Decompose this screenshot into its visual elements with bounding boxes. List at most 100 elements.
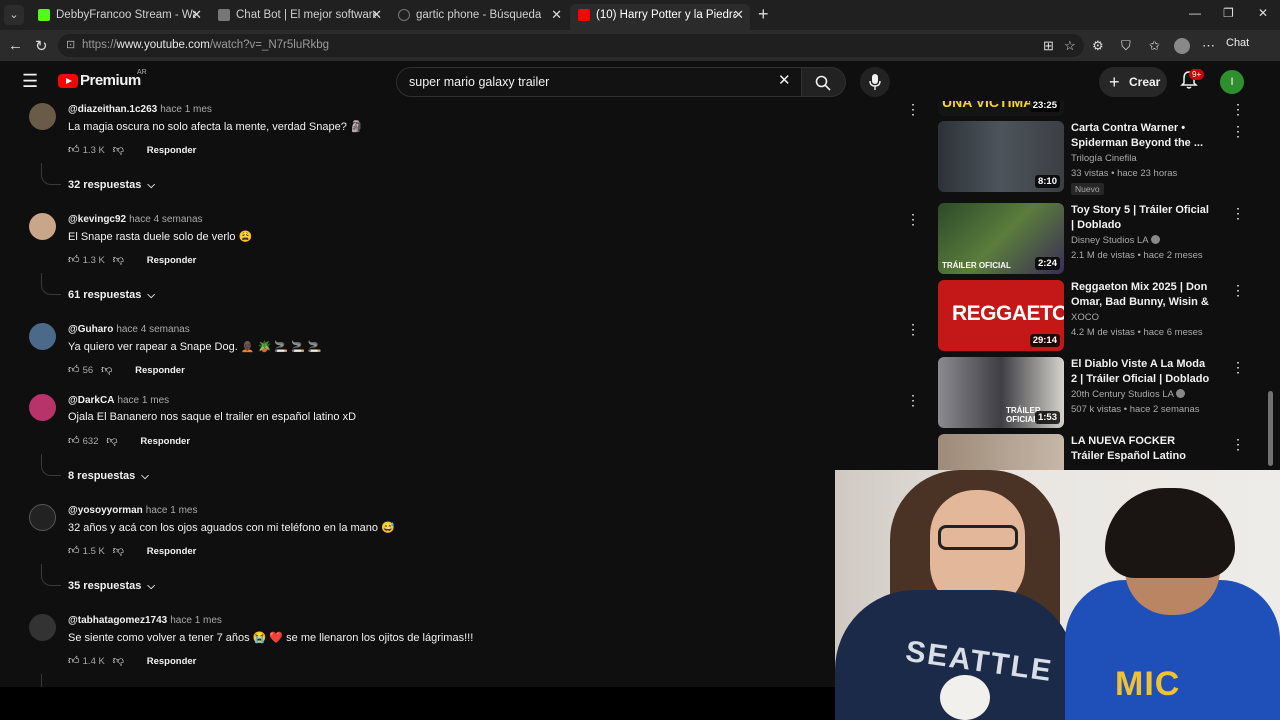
- favorites-icon[interactable]: ✩: [1149, 38, 1160, 54]
- video-title[interactable]: Reggaeton Mix 2025 | Don Omar, Bad Bunny…: [1071, 280, 1211, 310]
- video-channel[interactable]: Disney Studios LA: [1071, 235, 1160, 246]
- like-icon[interactable]: 👍︎: [68, 253, 80, 266]
- comment-author[interactable]: @diazeithan.1c263: [68, 104, 157, 115]
- like-icon[interactable]: 👍︎: [68, 544, 80, 557]
- comment-author[interactable]: @Guharo: [68, 324, 113, 335]
- comment-author[interactable]: @yosoyyorman: [68, 505, 143, 516]
- extensions-icon[interactable]: ⚙: [1092, 38, 1104, 54]
- like-icon[interactable]: 👍︎: [68, 363, 80, 376]
- clear-search-icon[interactable]: ✕: [778, 71, 791, 89]
- commenter-avatar[interactable]: [29, 323, 56, 350]
- reply-button[interactable]: Responder: [140, 436, 190, 447]
- video-channel[interactable]: Trilogía Cinefila: [1071, 153, 1137, 164]
- comment-more-icon[interactable]: ⋮: [906, 211, 920, 228]
- dislike-icon[interactable]: 👎︎: [113, 143, 125, 156]
- reply-button[interactable]: Responder: [147, 656, 197, 667]
- video-thumbnail[interactable]: TRÁILER OFICIAL 2:24: [938, 203, 1064, 274]
- back-icon[interactable]: ←: [8, 37, 23, 54]
- close-tab-icon[interactable]: ✕: [371, 4, 382, 26]
- video-thumbnail[interactable]: [938, 434, 1064, 470]
- related-video-item[interactable]: TRÁILER OFICIAL 1:53 El Diablo Viste A L…: [938, 357, 1258, 429]
- more-options-icon[interactable]: ⋯: [1202, 38, 1215, 54]
- favorite-star-icon[interactable]: ☆: [1064, 38, 1076, 54]
- view-replies-button[interactable]: 8 respuestas ⌵: [68, 470, 149, 482]
- comment-time[interactable]: hace 1 mes: [146, 505, 198, 516]
- tab-4-active[interactable]: (10) Harry Potter y la Piedra Filosofal …: [570, 4, 750, 30]
- profile-icon[interactable]: [1174, 38, 1190, 54]
- comment-author[interactable]: @tabhatagomez1743: [68, 615, 167, 626]
- close-window-button[interactable]: ✕: [1258, 6, 1268, 20]
- menu-icon[interactable]: ☰: [22, 71, 38, 92]
- comment-time[interactable]: hace 4 semanas: [129, 214, 202, 225]
- video-title[interactable]: El Diablo Viste A La Moda 2 | Tráiler Of…: [1071, 357, 1211, 387]
- dislike-icon[interactable]: 👎︎: [106, 434, 118, 447]
- dislike-icon[interactable]: 👎︎: [101, 363, 113, 376]
- search-input[interactable]: super mario galaxy trailer: [396, 67, 802, 97]
- view-replies-button[interactable]: 61 respuestas ⌵: [68, 289, 155, 301]
- comment-author[interactable]: @kevingc92: [68, 214, 126, 225]
- create-button[interactable]: + Crear: [1099, 67, 1167, 97]
- video-title[interactable]: Toy Story 5 | Tráiler Oficial | Doblado: [1071, 203, 1211, 233]
- comment-author[interactable]: @DarkCA: [68, 395, 114, 406]
- comment-more-icon[interactable]: ⋮: [906, 321, 920, 338]
- comment-time[interactable]: hace 1 mes: [117, 395, 169, 406]
- related-video-item[interactable]: REGGAETON 29:14 Reggaeton Mix 2025 | Don…: [938, 280, 1258, 352]
- close-tab-icon[interactable]: ✕: [733, 4, 744, 26]
- minimize-window-button[interactable]: —: [1189, 6, 1201, 20]
- browser-essentials-icon[interactable]: ⛉: [1121, 38, 1131, 54]
- video-thumbnail[interactable]: TRÁILER OFICIAL 1:53: [938, 357, 1064, 428]
- commenter-avatar[interactable]: [29, 213, 56, 240]
- related-video-item[interactable]: TRÁILER OFICIAL 2:24 Toy Story 5 | Tráil…: [938, 203, 1258, 275]
- dislike-icon[interactable]: 👎︎: [113, 253, 125, 266]
- url-field[interactable]: ⊡ https://www.youtube.com/watch?v=_N7r5lu…: [58, 34, 1084, 57]
- related-video-item[interactable]: UNA VICTIMA 23:25 ⋮: [938, 101, 1258, 117]
- comment-more-icon[interactable]: ⋮: [906, 392, 920, 409]
- site-info-icon[interactable]: ⊡: [66, 34, 75, 57]
- search-button[interactable]: [802, 67, 846, 97]
- sidebar-scrollbar[interactable]: [1266, 101, 1274, 470]
- like-icon[interactable]: 👍︎: [68, 143, 80, 156]
- comment-time[interactable]: hace 1 mes: [160, 104, 212, 115]
- reload-icon[interactable]: ↻: [35, 37, 48, 55]
- reply-button[interactable]: Responder: [147, 255, 197, 266]
- video-title[interactable]: LA NUEVA FOCKER Tráiler Español Latino (…: [1071, 434, 1211, 464]
- dislike-icon[interactable]: 👎︎: [113, 654, 125, 667]
- video-thumbnail[interactable]: REGGAETON 29:14: [938, 280, 1064, 351]
- tab-2[interactable]: Chat Bot | El mejor software para ✕: [210, 4, 388, 30]
- video-title[interactable]: Carta Contra Warner • Spiderman Beyond t…: [1071, 121, 1211, 151]
- commenter-avatar[interactable]: [29, 614, 56, 641]
- comment-time[interactable]: hace 4 semanas: [116, 324, 189, 335]
- video-channel[interactable]: 20th Century Studios LA: [1071, 389, 1185, 400]
- voice-search-button[interactable]: [860, 67, 890, 97]
- reply-button[interactable]: Responder: [147, 546, 197, 557]
- view-replies-button[interactable]: 35 respuestas ⌵: [68, 580, 155, 592]
- reply-button[interactable]: Responder: [147, 145, 197, 156]
- scrollbar-thumb[interactable]: [1268, 391, 1273, 466]
- view-replies-button[interactable]: 32 respuestas ⌵: [68, 179, 155, 191]
- like-icon[interactable]: 👍︎: [68, 654, 80, 667]
- close-tab-icon[interactable]: ✕: [191, 4, 202, 26]
- commenter-avatar[interactable]: [29, 103, 56, 130]
- comment-time[interactable]: hace 1 mes: [170, 615, 222, 626]
- comment-more-icon[interactable]: ⋮: [906, 101, 920, 118]
- tab-3[interactable]: gartic phone - Búsqueda ✕: [390, 4, 568, 30]
- video-more-icon[interactable]: ⋮: [1231, 123, 1245, 140]
- commenter-avatar[interactable]: [29, 394, 56, 421]
- new-tab-button[interactable]: +: [758, 4, 769, 25]
- reply-button[interactable]: Responder: [135, 365, 185, 376]
- commenter-avatar[interactable]: [29, 504, 56, 531]
- video-more-icon[interactable]: ⋮: [1231, 205, 1245, 222]
- copilot-chat-button[interactable]: Chat: [1226, 37, 1249, 49]
- video-more-icon[interactable]: ⋮: [1231, 101, 1245, 118]
- user-avatar[interactable]: I: [1220, 70, 1244, 94]
- maximize-window-button[interactable]: ❐: [1223, 6, 1234, 20]
- related-video-item[interactable]: 8:10 Carta Contra Warner • Spiderman Bey…: [938, 121, 1258, 195]
- dislike-icon[interactable]: 👎︎: [113, 544, 125, 557]
- related-video-item[interactable]: LA NUEVA FOCKER Tráiler Español Latino (…: [938, 434, 1258, 470]
- video-channel[interactable]: XOCO: [1071, 312, 1099, 323]
- apps-icon[interactable]: ⊞: [1043, 38, 1054, 54]
- video-thumbnail[interactable]: 8:10: [938, 121, 1064, 192]
- youtube-premium-logo[interactable]: Premium AR: [58, 69, 147, 90]
- video-more-icon[interactable]: ⋮: [1231, 436, 1245, 453]
- like-icon[interactable]: 👍︎: [68, 434, 80, 447]
